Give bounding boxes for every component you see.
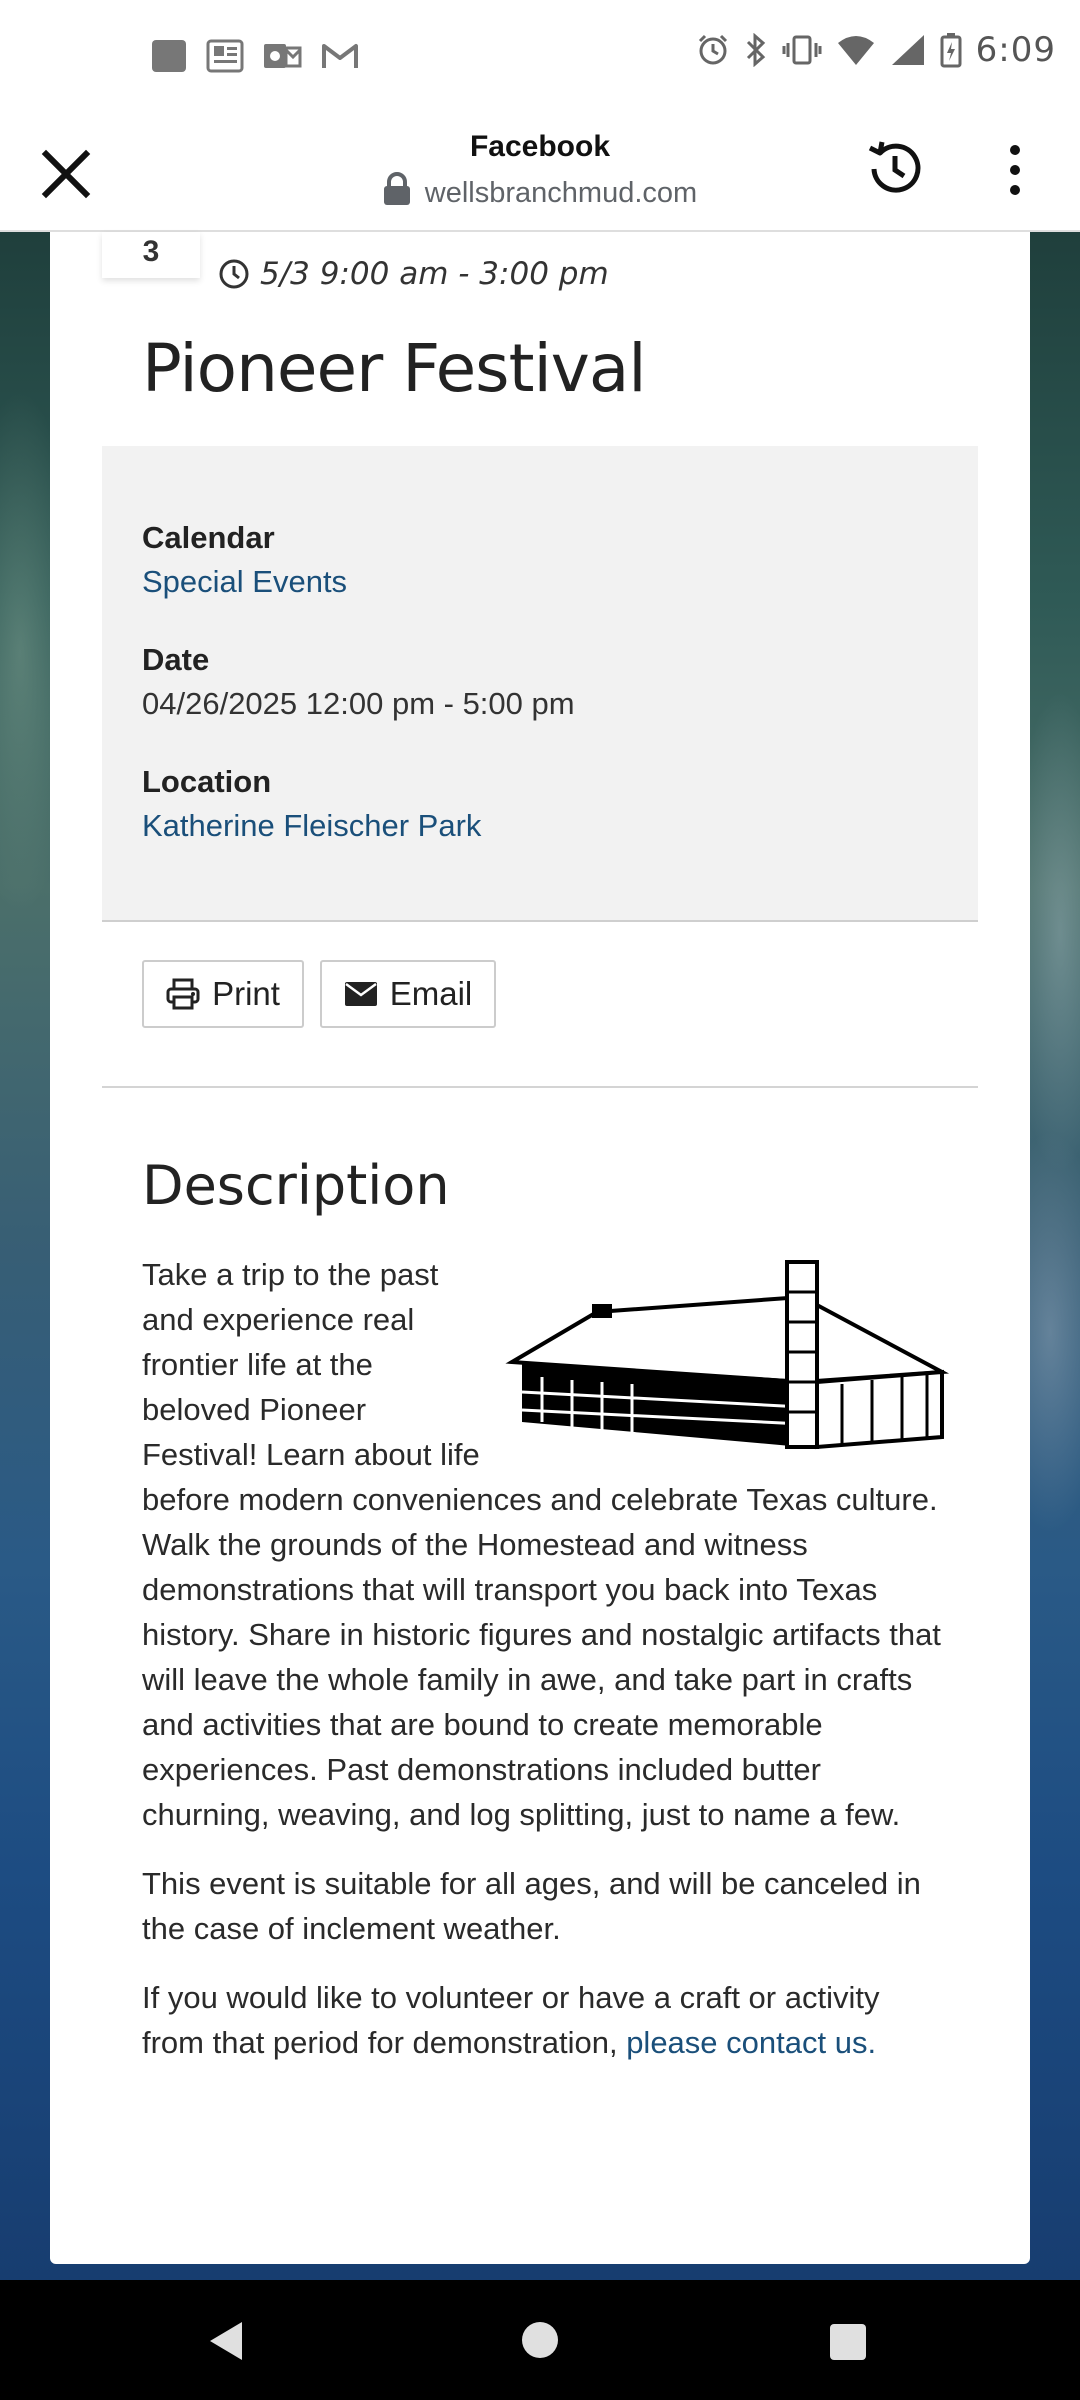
- history-icon[interactable]: [862, 136, 928, 202]
- event-details: Calendar Special Events Date 04/26/2025 …: [102, 446, 978, 922]
- print-button[interactable]: Print: [142, 960, 304, 1028]
- print-label: Print: [212, 975, 280, 1012]
- description-paragraph: This event is suitable for all ages, and…: [142, 1866, 921, 1946]
- more-options-icon[interactable]: [1000, 140, 1030, 200]
- gmail-icon: [322, 44, 358, 68]
- date-value: 04/26/2025 12:00 pm - 5:00 pm: [142, 686, 575, 721]
- event-card: 3 5/3 9:00 am - 3:00 pm Pioneer Festival…: [50, 232, 1030, 2264]
- printer-icon: [166, 978, 200, 1010]
- home-icon[interactable]: [522, 2322, 558, 2358]
- event-time: 5/3 9:00 am - 3:00 pm: [218, 256, 609, 292]
- system-icons: 6:09: [696, 30, 1056, 70]
- email-label: Email: [389, 975, 473, 1012]
- clock-icon: [219, 259, 249, 289]
- signal-icon: [891, 35, 924, 65]
- log-cabin-illustration: [505, 1260, 950, 1450]
- status-bar: 6:09: [0, 0, 1080, 116]
- date-label: Date: [142, 642, 210, 677]
- contact-us-link[interactable]: please contact us.: [626, 2025, 876, 2060]
- system-nav-bar: [0, 2280, 1080, 2400]
- recents-icon[interactable]: [830, 2324, 866, 2360]
- app-icon: [152, 40, 186, 72]
- alarm-icon: [698, 34, 727, 65]
- envelope-icon: [344, 982, 377, 1006]
- calendar-link[interactable]: Special Events: [142, 564, 347, 600]
- divider: [102, 1086, 978, 1088]
- bluetooth-icon: [746, 33, 765, 67]
- clock: 6:09: [975, 30, 1056, 70]
- email-button[interactable]: Email: [320, 960, 496, 1028]
- location-label: Location: [142, 764, 272, 799]
- url-text: wellsbranchmud.com: [424, 177, 698, 209]
- description-heading: Description: [142, 1154, 450, 1217]
- wifi-icon: [837, 36, 874, 65]
- location-link[interactable]: Katherine Fleischer Park: [142, 808, 481, 844]
- calendar-label: Calendar: [142, 520, 275, 555]
- battery-icon: [940, 33, 962, 68]
- time-range: 5/3 9:00 am - 3:00 pm: [260, 256, 609, 292]
- description-body: Take a trip to the past and experience r…: [142, 1252, 950, 2089]
- lock-icon: [383, 172, 410, 205]
- vibrate-icon: [782, 35, 822, 65]
- browser-toolbar: Facebook wellsbranchmud.com: [0, 116, 1080, 232]
- date-badge: 3: [102, 232, 200, 278]
- news-icon: [206, 39, 244, 73]
- back-icon[interactable]: [206, 2320, 246, 2362]
- description-paragraph: If you would like to volunteer or have a…: [142, 1975, 942, 2065]
- notification-icons: [150, 38, 360, 74]
- page-title: Pioneer Festival: [142, 330, 647, 407]
- outlook-icon: [264, 44, 302, 68]
